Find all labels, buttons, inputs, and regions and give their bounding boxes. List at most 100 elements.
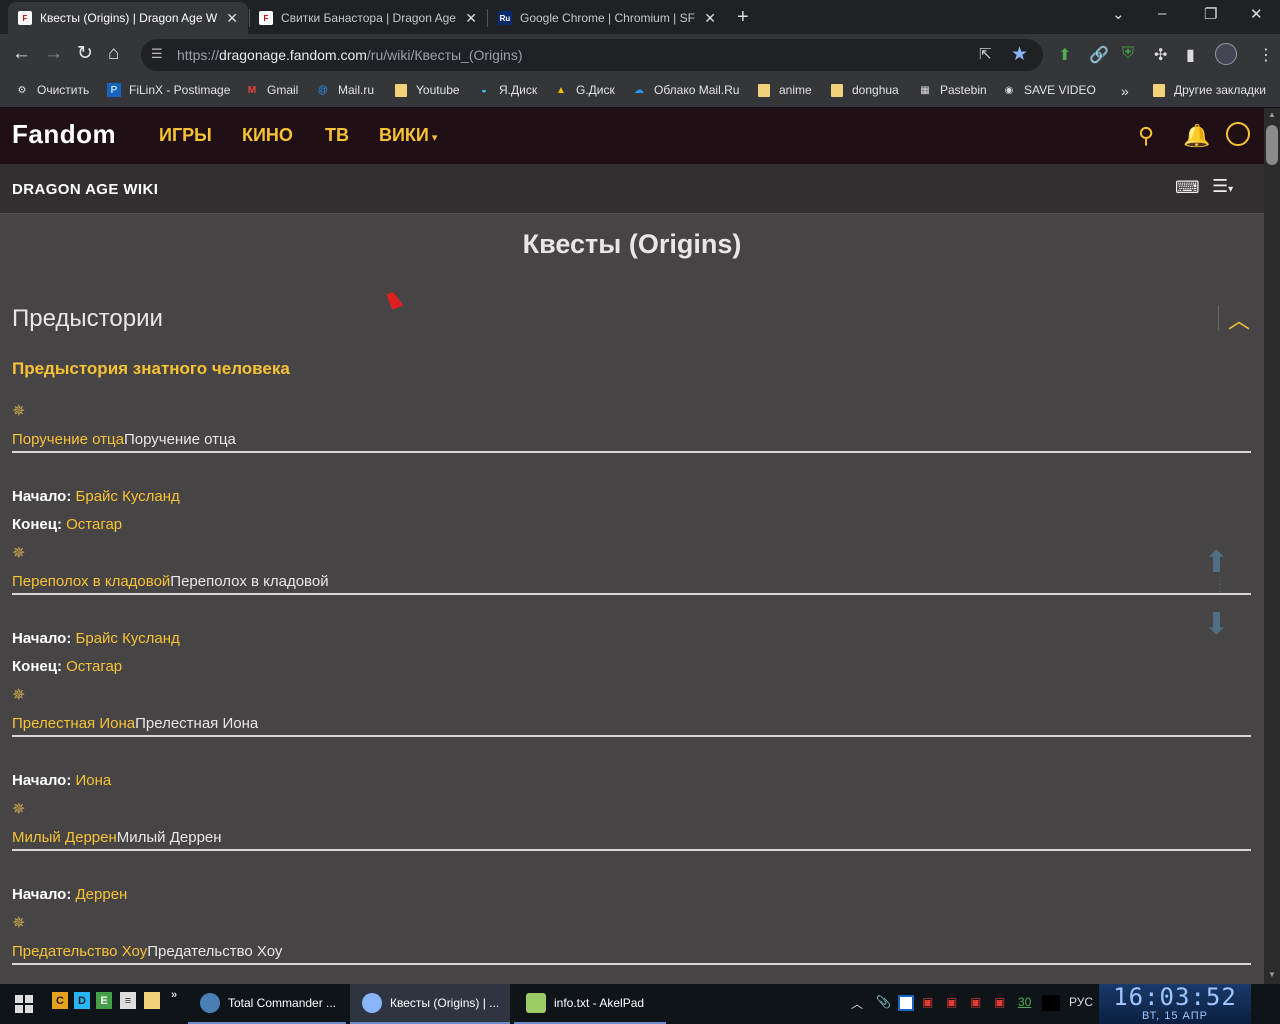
windows-start-icon[interactable] bbox=[15, 995, 33, 1013]
tray-red-icon[interactable]: ▣ bbox=[994, 995, 1005, 1009]
forward-icon[interactable]: → bbox=[44, 44, 63, 64]
address-bar[interactable]: ☰ https://dragonage.fandom.com/ru/wiki/К… bbox=[141, 39, 1043, 71]
gmail-icon: M bbox=[247, 84, 257, 96]
wiki-menu-icon[interactable]: ☰▾ bbox=[1212, 176, 1233, 197]
bookmark-donghua[interactable]: donghua bbox=[830, 83, 899, 97]
quest-block: ✵ Милый ДерренМилый Деррен bbox=[12, 799, 1251, 851]
scrollbar-thumb[interactable] bbox=[1266, 125, 1278, 165]
quest-block: ✵ Предательство ХоуПредательство Хоу bbox=[12, 913, 1251, 965]
quicklaunch-c[interactable]: C bbox=[52, 992, 68, 1009]
quest-info: Начало: Иона bbox=[12, 771, 1251, 799]
bookmark-cloud-mailru[interactable]: ☁ Облако Mail.Ru bbox=[632, 83, 739, 97]
bookmark-gmail[interactable]: M Gmail bbox=[245, 83, 299, 97]
tab-search-icon[interactable]: ⌄ bbox=[1112, 5, 1125, 23]
mailru-icon: @ bbox=[317, 84, 329, 96]
bookmarks-overflow-button[interactable]: » bbox=[1121, 83, 1129, 99]
scroll-down-icon[interactable]: ▼ bbox=[1268, 970, 1276, 979]
bookmark-gdrive[interactable]: ▲ G.Диск bbox=[554, 83, 615, 97]
task-total-commander[interactable]: Total Commander ... bbox=[188, 984, 346, 1024]
home-icon[interactable]: ⌂ bbox=[108, 44, 119, 64]
url-text[interactable]: https://dragonage.fandom.com/ru/wiki/Кве… bbox=[177, 47, 523, 63]
quest-start: Начало: Брайс Кусланд bbox=[12, 488, 180, 505]
bookmark-save-video[interactable]: ◉ SAVE VIDEO bbox=[1002, 83, 1096, 97]
scroll-down-arrow-icon[interactable]: ⬇ bbox=[1204, 607, 1229, 642]
extension-link-icon[interactable]: 🔗 bbox=[1089, 45, 1109, 65]
nav-wikis[interactable]: ВИКИ ▾ bbox=[379, 125, 437, 146]
collapse-chevron-up-icon[interactable]: ︿ bbox=[1228, 303, 1250, 335]
user-account-icon[interactable] bbox=[1226, 122, 1250, 146]
profile-avatar-icon[interactable] bbox=[1215, 43, 1237, 65]
site-info-icon[interactable]: ☰ bbox=[151, 46, 163, 62]
discussions-icon[interactable]: ⌨ bbox=[1175, 178, 1200, 198]
quest-title: Предательство ХоуПредательство Хоу bbox=[12, 943, 1251, 965]
close-window-button[interactable]: ✕ bbox=[1250, 5, 1263, 23]
postimage-icon: P bbox=[107, 83, 121, 97]
close-tab-icon[interactable]: ✕ bbox=[704, 10, 716, 27]
tray-red-icon[interactable]: ▣ bbox=[946, 995, 957, 1009]
tray-overflow-icon[interactable]: ︿ bbox=[851, 995, 863, 1012]
quest-block: ✵ Переполох в кладовойПереполох в кладов… bbox=[12, 543, 1251, 595]
search-icon[interactable]: ⚲ bbox=[1138, 123, 1154, 149]
new-tab-button[interactable]: + bbox=[737, 6, 749, 29]
tab-quests[interactable]: F Квесты (Origins) | Dragon Age W ✕ bbox=[8, 2, 248, 34]
tray-counter[interactable]: 30 bbox=[1018, 995, 1031, 1009]
quest-emblem-icon: ✵ bbox=[12, 687, 26, 704]
close-tab-icon[interactable]: ✕ bbox=[465, 10, 477, 27]
folder-icon[interactable] bbox=[144, 992, 160, 1009]
paperclip-icon[interactable]: 📎 bbox=[876, 995, 891, 1009]
bookmark-youtube[interactable]: Youtube bbox=[394, 83, 460, 97]
quest-start: Начало: Иона bbox=[12, 772, 112, 789]
quest-block: ✵ Поручение отцаПоручение отца bbox=[12, 401, 1251, 453]
back-icon[interactable]: ← bbox=[12, 44, 31, 64]
tab-title: Квесты (Origins) | Dragon Age W bbox=[40, 11, 218, 25]
bookmark-mailru[interactable]: @ Mail.ru bbox=[316, 83, 374, 97]
subsection-heading[interactable]: Предыстория знатного человека bbox=[12, 359, 290, 379]
extensions-puzzle-icon[interactable]: ✣ bbox=[1154, 45, 1167, 65]
bookmark-anime[interactable]: anime bbox=[757, 83, 812, 97]
quest-end: Конец: Остагар bbox=[12, 658, 123, 675]
tray-app-icon[interactable] bbox=[898, 995, 914, 1011]
tab-chrome[interactable]: Ru Google Chrome | Chromium | SF ✕ bbox=[488, 2, 726, 34]
quest-emblem-icon: ✵ bbox=[12, 403, 26, 420]
extension-shield-icon[interactable]: ⛨ bbox=[1122, 45, 1134, 63]
quicklaunch-d[interactable]: D bbox=[74, 992, 90, 1009]
notifications-bell-icon[interactable]: 🔔 bbox=[1183, 123, 1210, 149]
language-indicator[interactable]: РУС bbox=[1069, 995, 1093, 1009]
task-chrome[interactable]: Квесты (Origins) | ... bbox=[350, 984, 510, 1024]
quest-emblem-icon: ✵ bbox=[12, 545, 26, 562]
bookmark-postimage[interactable]: P FiLinX - Postimage bbox=[107, 83, 230, 97]
scroll-up-icon[interactable]: ▲ bbox=[1268, 110, 1276, 119]
side-panel-icon[interactable]: ▮ bbox=[1186, 45, 1195, 65]
tray-red-icon[interactable]: ▣ bbox=[970, 995, 981, 1009]
wiki-title[interactable]: DRAGON AGE WIKI bbox=[12, 181, 158, 198]
bookmark-pastebin[interactable]: ▦ Pastebin bbox=[918, 83, 986, 97]
bookmark-star-icon[interactable]: ★ bbox=[1011, 43, 1028, 66]
menu-kebab-icon[interactable]: ⋮ bbox=[1258, 45, 1274, 65]
other-bookmarks[interactable]: Другие закладки bbox=[1152, 83, 1266, 97]
tab-scrolls[interactable]: F Свитки Банастора | Dragon Age ✕ bbox=[249, 2, 487, 34]
quicklaunch-e[interactable]: E bbox=[96, 992, 112, 1009]
share-icon[interactable]: ⇱ bbox=[979, 45, 992, 63]
fandom-logo[interactable]: Fandom bbox=[12, 119, 116, 150]
minimize-button[interactable]: – bbox=[1158, 5, 1166, 22]
fandom-global-nav: Fandom ИГРЫ КИНО ТВ ВИКИ ▾ ⚲ 🔔 bbox=[0, 108, 1264, 164]
bookmark-yadisk[interactable]: ◒ Я.Диск bbox=[477, 83, 537, 97]
tray-black-icon[interactable] bbox=[1042, 995, 1060, 1011]
nav-games[interactable]: ИГРЫ bbox=[159, 125, 212, 146]
scroll-up-arrow-icon[interactable]: ⬆ bbox=[1204, 545, 1229, 580]
quicklaunch-more-icon[interactable]: » bbox=[166, 986, 182, 1003]
notepad-icon[interactable]: ≡ bbox=[120, 992, 136, 1009]
page-scrollbar[interactable]: ▲ ▼ bbox=[1264, 108, 1280, 984]
close-tab-icon[interactable]: ✕ bbox=[226, 10, 238, 27]
clock[interactable]: 16:03:52 ВТ, 15 АПР bbox=[1099, 984, 1251, 1024]
tray-red-icon[interactable]: ▣ bbox=[922, 995, 933, 1009]
gear-icon: ⚙ bbox=[17, 84, 27, 96]
nav-tv[interactable]: ТВ bbox=[325, 125, 349, 146]
task-akelpad[interactable]: info.txt - AkelPad bbox=[514, 984, 666, 1024]
bookmark-clear[interactable]: ⚙ Очистить bbox=[15, 83, 90, 97]
restore-button[interactable]: ❐ bbox=[1204, 5, 1217, 23]
extension-arrow-icon[interactable]: ⬆ bbox=[1058, 45, 1071, 65]
nav-movies[interactable]: КИНО bbox=[242, 125, 293, 146]
folder-icon bbox=[830, 83, 844, 97]
reload-icon[interactable]: ↻ bbox=[77, 44, 93, 64]
